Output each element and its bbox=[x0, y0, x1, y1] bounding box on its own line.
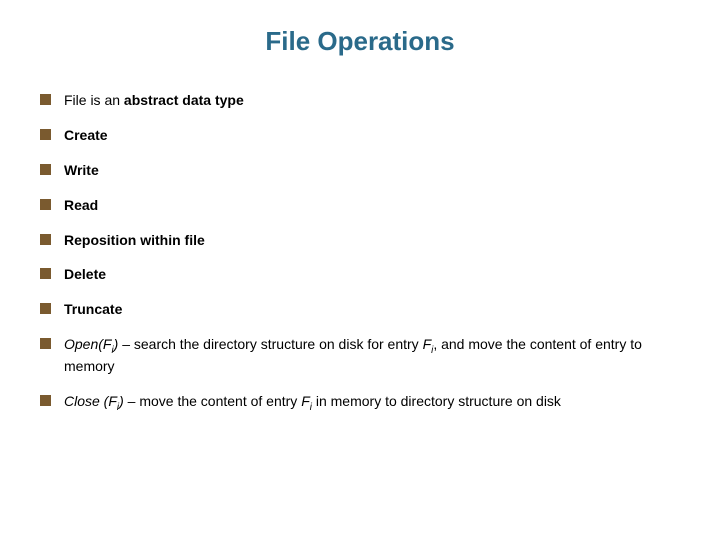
item-var: Fi bbox=[301, 393, 312, 409]
list-item: Create bbox=[40, 126, 680, 145]
item-text: Read bbox=[64, 197, 98, 213]
bullet-list: File is an abstract data type Create Wri… bbox=[40, 91, 680, 414]
item-text: – search the directory structure on disk… bbox=[118, 336, 422, 352]
item-text-bold: abstract data type bbox=[124, 92, 244, 108]
list-item: Read bbox=[40, 196, 680, 215]
item-func: Open(Fi) bbox=[64, 336, 118, 352]
item-text: in memory to directory structure on disk bbox=[312, 393, 561, 409]
list-item: Open(Fi) – search the directory structur… bbox=[40, 335, 680, 376]
item-text: Create bbox=[64, 127, 108, 143]
item-text: Delete bbox=[64, 266, 106, 282]
list-item: Delete bbox=[40, 265, 680, 284]
slide: File Operations File is an abstract data… bbox=[0, 0, 720, 540]
list-item: Reposition within file bbox=[40, 231, 680, 250]
page-title: File Operations bbox=[40, 26, 680, 57]
item-var: Fi bbox=[423, 336, 434, 352]
item-text: File is an bbox=[64, 92, 124, 108]
list-item: File is an abstract data type bbox=[40, 91, 680, 110]
list-item: Truncate bbox=[40, 300, 680, 319]
item-text: Truncate bbox=[64, 301, 122, 317]
item-text: – move the content of entry bbox=[124, 393, 301, 409]
item-text: Reposition within file bbox=[64, 232, 205, 248]
item-text: Write bbox=[64, 162, 99, 178]
list-item: Close (Fi) – move the content of entry F… bbox=[40, 392, 680, 414]
list-item: Write bbox=[40, 161, 680, 180]
item-func: Close (Fi) bbox=[64, 393, 124, 409]
